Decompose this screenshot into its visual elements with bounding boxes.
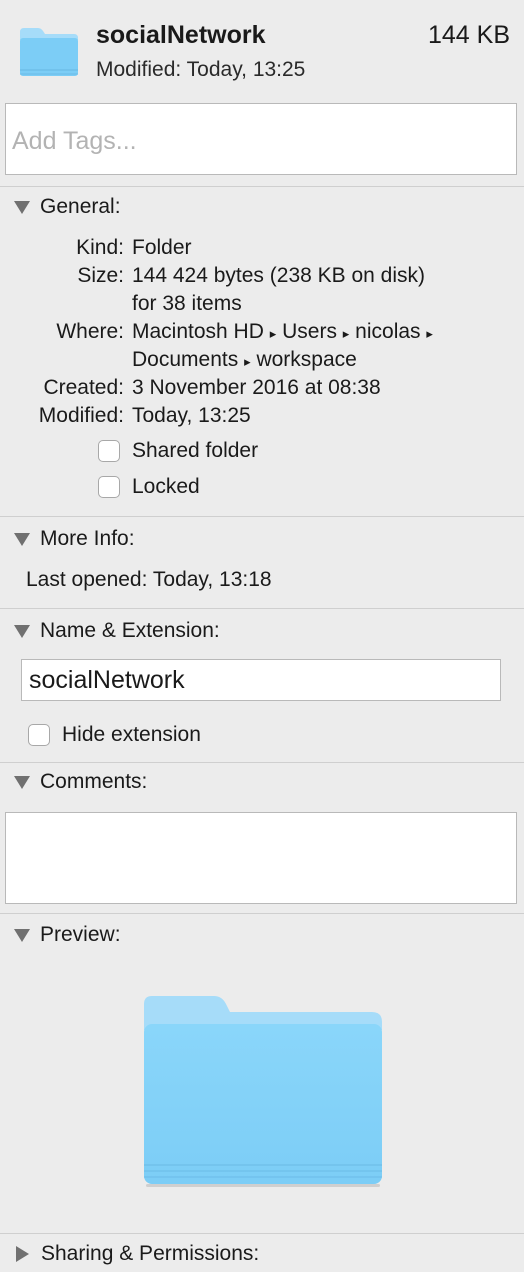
path-separator-icon: ▸ — [426, 326, 433, 341]
locked-option[interactable]: Locked — [98, 473, 200, 501]
tags-input[interactable] — [6, 104, 516, 174]
locked-checkbox[interactable] — [98, 476, 120, 498]
name-extension-section-title: Name & Extension: — [40, 619, 220, 642]
file-name: socialNetwork — [96, 21, 266, 49]
disclosure-triangle-icon — [14, 624, 30, 638]
name-input[interactable] — [22, 660, 500, 700]
path-separator-icon: ▸ — [342, 326, 350, 341]
modified-label: Modified: — [38, 404, 124, 427]
name-field[interactable] — [21, 659, 501, 701]
path-item: workspace — [256, 348, 357, 371]
divider — [0, 186, 524, 187]
modified-value: Today, 13:25 — [132, 404, 251, 427]
sharing-permissions-section-toggle[interactable]: Sharing & Permissions: — [14, 1240, 259, 1268]
comments-section-toggle[interactable]: Comments: — [14, 768, 147, 796]
where-label: Where: — [56, 320, 124, 343]
disclosure-triangle-icon — [14, 200, 30, 214]
last-opened: Last opened: Today, 13:18 — [26, 568, 272, 591]
disclosure-triangle-icon — [14, 532, 30, 546]
hide-extension-label: Hide extension — [62, 723, 201, 746]
disclosure-triangle-icon — [14, 775, 30, 789]
preview-section-title: Preview: — [40, 923, 121, 946]
hide-extension-option[interactable]: Hide extension — [28, 721, 201, 749]
hide-extension-checkbox[interactable] — [28, 724, 50, 746]
kind-label: Kind: — [76, 236, 124, 259]
locked-label: Locked — [132, 475, 200, 498]
divider — [0, 762, 524, 763]
divider — [0, 516, 524, 517]
path-item: Documents — [132, 348, 239, 371]
divider — [0, 913, 524, 914]
name-extension-section-toggle[interactable]: Name & Extension: — [14, 617, 220, 645]
more-info-section-toggle[interactable]: More Info: — [14, 525, 135, 553]
comments-field[interactable] — [5, 812, 517, 904]
general-section-toggle[interactable]: General: — [14, 193, 121, 221]
preview-section-toggle[interactable]: Preview: — [14, 921, 121, 949]
header-modified: Modified: Today, 13:25 — [96, 58, 306, 81]
divider — [0, 608, 524, 609]
path-item: Macintosh HD — [132, 320, 264, 343]
file-size: 144 KB — [427, 21, 510, 49]
sharing-permissions-section-title: Sharing & Permissions: — [41, 1242, 260, 1265]
folder-icon — [20, 28, 78, 76]
path-item: Users — [282, 320, 337, 343]
created-value: 3 November 2016 at 08:38 — [132, 376, 381, 399]
kind-value: Folder — [132, 236, 192, 259]
disclosure-triangle-collapsed-icon — [16, 1246, 29, 1262]
comments-section-title: Comments: — [40, 770, 148, 793]
path-separator-icon: ▸ — [269, 326, 277, 341]
divider — [0, 1233, 524, 1234]
tags-field[interactable] — [5, 103, 517, 175]
shared-folder-checkbox[interactable] — [98, 440, 120, 462]
disclosure-triangle-icon — [14, 928, 30, 942]
general-section-title: General: — [40, 195, 121, 218]
path-separator-icon: ▸ — [244, 354, 251, 369]
size-label: Size: — [77, 264, 124, 287]
shared-folder-label: Shared folder — [132, 439, 259, 462]
where-path-line-1: Macintosh HD ▸ Users ▸ nicolas ▸ — [132, 318, 433, 348]
created-label: Created: — [43, 376, 124, 399]
size-value: 144 424 bytes (238 KB on disk) — [132, 264, 426, 287]
size-items: for 38 items — [132, 292, 242, 315]
folder-preview-icon — [144, 996, 382, 1187]
path-item: nicolas — [355, 320, 421, 343]
more-info-section-title: More Info: — [40, 527, 135, 550]
comments-input[interactable] — [6, 813, 516, 903]
where-path-line-2: Documents ▸ workspace — [132, 346, 357, 376]
shared-folder-option[interactable]: Shared folder — [98, 437, 258, 465]
